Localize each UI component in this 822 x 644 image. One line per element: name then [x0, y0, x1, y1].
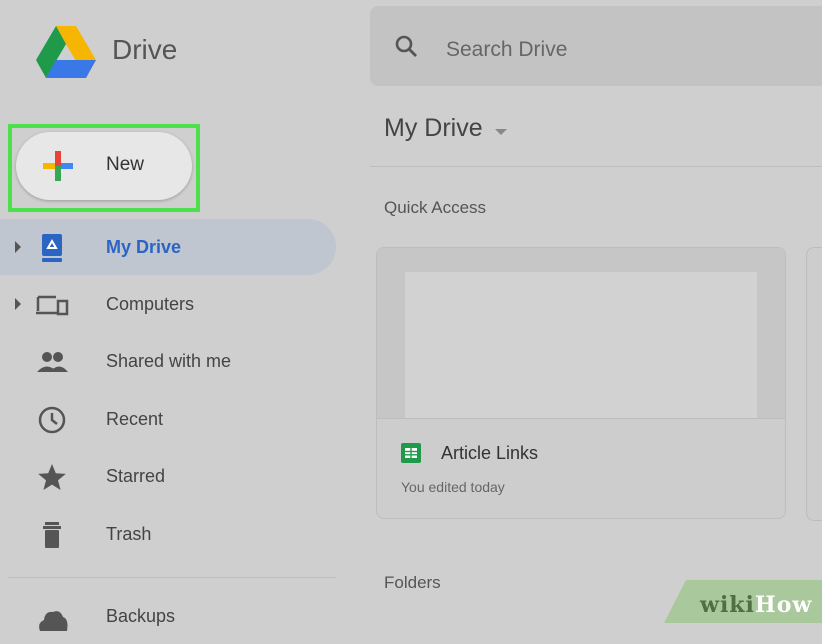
sidebar-item-label: Recent — [106, 409, 164, 429]
shared-people-icon — [37, 352, 68, 372]
folders-label: Folders — [384, 573, 441, 592]
expand-caret-icon[interactable] — [15, 241, 21, 253]
new-button-label: New — [106, 154, 145, 175]
chevron-down-icon — [494, 128, 507, 135]
sidebar-item-shared-with-me[interactable]: Shared with me — [0, 333, 336, 389]
sidebar-item-backups[interactable]: Backups — [0, 588, 336, 644]
sidebar: Drive New My Drive Computers Shared with… — [0, 0, 350, 631]
sidebar-item-label: Trash — [106, 524, 152, 544]
expand-caret-icon[interactable] — [15, 298, 21, 310]
header-divider — [370, 166, 822, 167]
quick-access-card-partial[interactable] — [806, 247, 822, 521]
plus-icon — [43, 151, 73, 181]
app-name: Drive — [112, 34, 178, 65]
file-info: Article Links You edited today — [377, 418, 785, 519]
sidebar-item-label: My Drive — [106, 237, 182, 257]
search-placeholder: Search Drive — [446, 38, 568, 61]
sidebar-item-trash[interactable]: Trash — [0, 506, 336, 562]
my-drive-icon — [42, 234, 62, 262]
document-thumbnail — [405, 272, 757, 418]
computers-icon — [36, 295, 69, 316]
sidebar-item-recent[interactable]: Recent — [0, 391, 336, 447]
page-title: My Drive — [384, 114, 483, 142]
sheets-icon — [401, 443, 421, 463]
sidebar-item-my-drive[interactable]: My Drive — [0, 219, 336, 275]
sidebar-item-label: Backups — [106, 606, 176, 626]
my-drive-title-dropdown[interactable]: My Drive — [384, 114, 507, 143]
quick-access-card[interactable]: Article Links You edited today — [376, 247, 786, 519]
clock-icon — [38, 406, 66, 434]
sidebar-item-label: Computers — [106, 294, 195, 314]
sidebar-item-computers[interactable]: Computers — [0, 276, 336, 332]
drive-logo-icon[interactable] — [36, 26, 96, 78]
quick-access-label: Quick Access — [384, 198, 487, 217]
file-name: Article Links — [441, 443, 539, 463]
sidebar-divider — [8, 577, 336, 578]
wikihow-watermark: wikiHow — [700, 592, 813, 618]
search-input[interactable]: Search Drive — [370, 6, 822, 86]
star-icon — [38, 464, 66, 490]
file-preview — [377, 248, 785, 418]
sidebar-item-starred[interactable]: Starred — [0, 448, 336, 504]
file-subtitle: You edited today — [401, 479, 505, 495]
sidebar-item-label: Shared with me — [106, 351, 232, 371]
trash-icon — [43, 522, 61, 548]
cloud-icon — [39, 611, 68, 631]
sidebar-item-label: Starred — [106, 466, 166, 486]
new-button[interactable]: New — [16, 132, 192, 200]
search-icon[interactable] — [394, 34, 418, 58]
